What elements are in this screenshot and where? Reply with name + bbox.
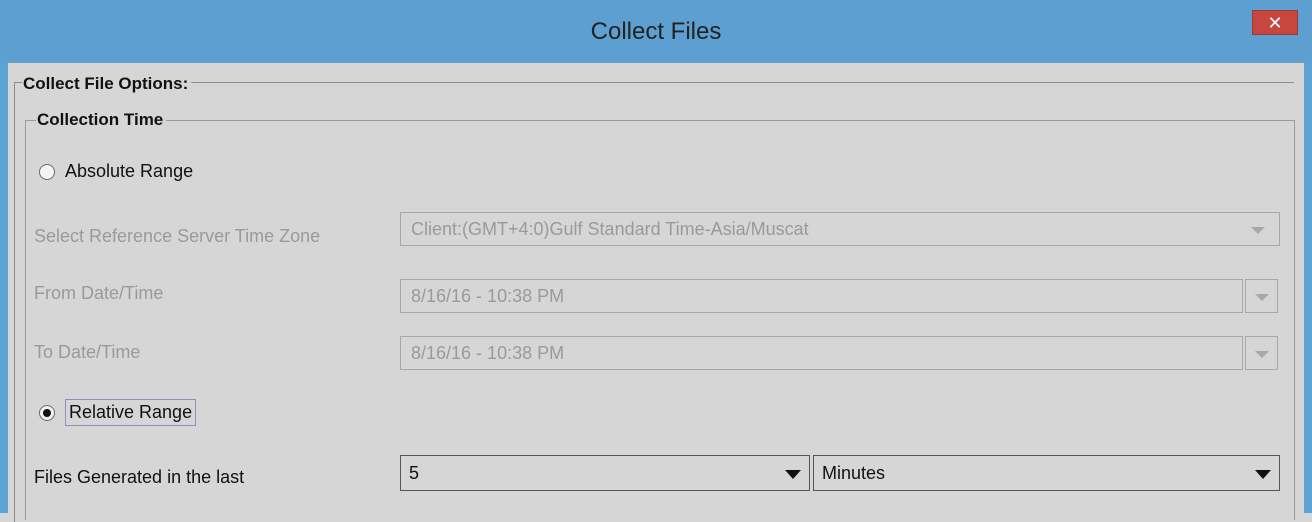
window-title: Collect Files xyxy=(590,18,722,45)
close-icon: ✕ xyxy=(1267,13,1283,33)
to-date-dropdown-button[interactable] xyxy=(1245,336,1278,370)
time-zone-value: Client:(GMT+4:0)Gulf Standard Time-Asia/… xyxy=(411,219,809,239)
dialog-content: Collect File Options: Collection Time Ab… xyxy=(8,63,1304,522)
from-date-value: 8/16/16 - 10:38 PM xyxy=(411,286,565,306)
absolute-range-radio[interactable] xyxy=(39,163,55,180)
from-date-field[interactable]: 8/16/16 - 10:38 PM xyxy=(400,279,1243,313)
absolute-range-option[interactable]: Absolute Range xyxy=(39,161,193,182)
from-date-dropdown-button[interactable] xyxy=(1245,279,1278,313)
chevron-down-icon xyxy=(1255,470,1271,479)
collect-file-options-title: Collect File Options: xyxy=(22,74,192,94)
collection-time-title: Collection Time xyxy=(36,110,167,130)
chevron-down-icon xyxy=(1251,227,1265,234)
unit-value: Minutes xyxy=(822,463,886,483)
relative-range-label: Relative Range xyxy=(65,399,197,426)
unit-select[interactable]: Minutes xyxy=(813,455,1280,491)
chevron-down-icon xyxy=(1255,351,1269,358)
to-date-label: To Date/Time xyxy=(34,342,141,362)
time-zone-label: Select Reference Server Time Zone xyxy=(34,226,321,246)
absolute-range-label: Absolute Range xyxy=(65,161,194,181)
to-date-field[interactable]: 8/16/16 - 10:38 PM xyxy=(400,336,1243,370)
amount-value: 5 xyxy=(409,463,420,483)
title-bar[interactable]: Collect Files ✕ xyxy=(0,0,1312,63)
close-button[interactable]: ✕ xyxy=(1252,10,1298,35)
files-generated-label: Files Generated in the last xyxy=(34,467,245,487)
amount-select[interactable]: 5 xyxy=(400,455,810,491)
collect-files-dialog: Collect Files ✕ Collect File Options: Co… xyxy=(0,0,1312,522)
to-date-value: 8/16/16 - 10:38 PM xyxy=(411,343,565,363)
relative-range-option[interactable]: Relative Range xyxy=(39,399,197,426)
from-date-label: From Date/Time xyxy=(34,283,164,303)
relative-range-radio[interactable] xyxy=(39,404,55,421)
time-zone-select[interactable]: Client:(GMT+4:0)Gulf Standard Time-Asia/… xyxy=(400,212,1280,246)
chevron-down-icon xyxy=(1255,294,1269,301)
chevron-down-icon xyxy=(785,470,801,479)
